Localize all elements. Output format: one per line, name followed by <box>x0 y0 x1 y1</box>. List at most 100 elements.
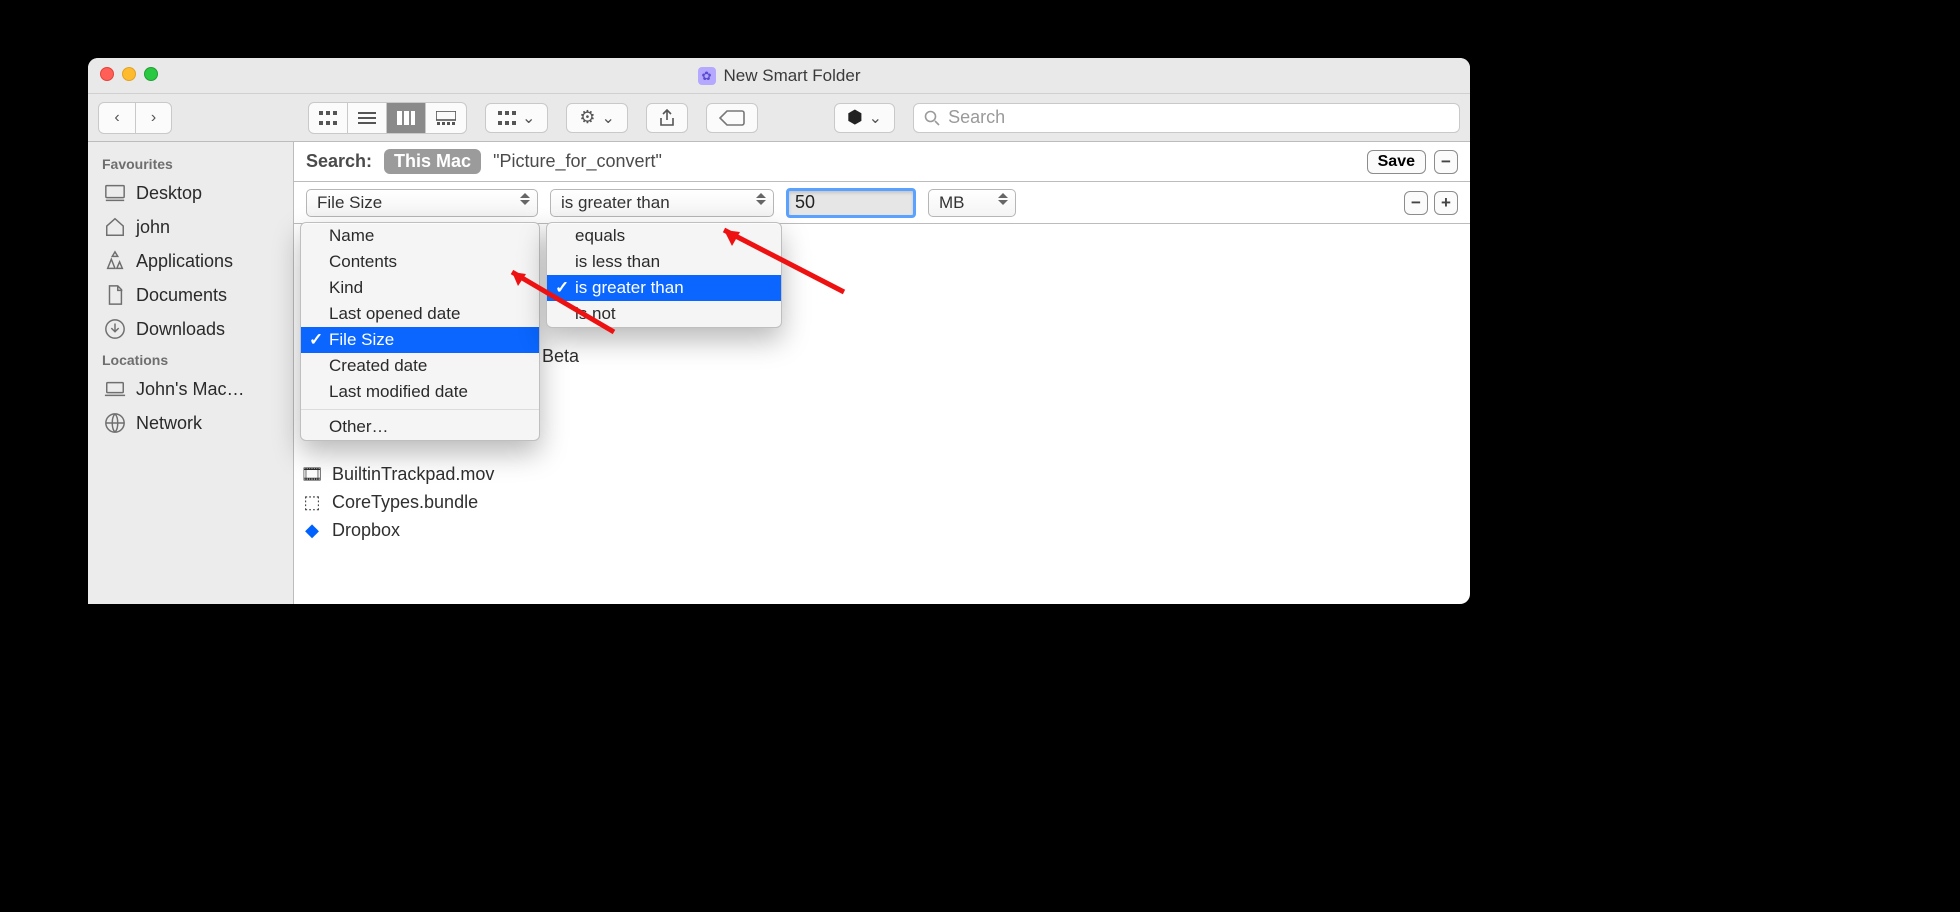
attr-menu-item-file-size[interactable]: ✓File Size <box>301 327 539 353</box>
close-window-button[interactable] <box>100 67 114 81</box>
sidebar-item-label: Applications <box>136 251 233 272</box>
tag-icon <box>719 110 745 126</box>
sidebar-item-label: Downloads <box>136 319 225 340</box>
attr-menu-item-last-modified-date[interactable]: Last modified date <box>301 379 539 405</box>
rule-comparator-menu: equals is less than ✓is greater than is … <box>546 222 782 328</box>
tags-button[interactable] <box>706 103 758 133</box>
menu-separator <box>301 409 539 410</box>
zoom-window-button[interactable] <box>144 67 158 81</box>
file-mov-icon: 🎞 <box>302 464 322 484</box>
sidebar-section-favourites: Favourites <box>88 150 293 176</box>
toolbar: ‹ › ⌄ ⚙︎ ⌄ <box>88 94 1470 142</box>
window-title-text: New Smart Folder <box>724 66 861 86</box>
sidebar-item-label: Desktop <box>136 183 202 204</box>
sidebar-item-desktop[interactable]: Desktop <box>88 176 293 210</box>
share-icon <box>659 109 675 127</box>
desktop-icon <box>104 182 126 204</box>
comp-menu-item-is-less-than[interactable]: is less than <box>547 249 781 275</box>
check-icon: ✓ <box>309 330 323 350</box>
gear-icon: ⚙︎ <box>579 107 595 128</box>
file-name: Beta <box>542 346 579 367</box>
rule-attribute-menu: Name Contents Kind Last opened date ✓Fil… <box>300 222 540 441</box>
finder-window: ✿ New Smart Folder ‹ › ⌄ <box>88 58 1470 604</box>
list-icon <box>358 111 376 125</box>
comp-menu-item-is-greater-than[interactable]: ✓is greater than <box>547 275 781 301</box>
window-body: Favourites Desktop john Applications Doc… <box>88 142 1470 604</box>
search-scope-this-mac[interactable]: This Mac <box>384 149 481 174</box>
sidebar-item-label: John's Mac… <box>136 379 244 400</box>
chevron-updown-icon <box>753 193 769 215</box>
sidebar-item-home[interactable]: john <box>88 210 293 244</box>
comp-menu-item-is-not[interactable]: is not <box>547 301 781 327</box>
attr-menu-item-created-date[interactable]: Created date <box>301 353 539 379</box>
sidebar-section-locations: Locations <box>88 346 293 372</box>
grid-icon <box>498 111 516 125</box>
downloads-icon <box>104 318 126 340</box>
rule-comparator-popup[interactable]: is greater than <box>550 189 774 217</box>
view-list-button[interactable] <box>347 103 386 133</box>
sidebar-item-this-mac[interactable]: John's Mac… <box>88 372 293 406</box>
attr-menu-item-name[interactable]: Name <box>301 223 539 249</box>
view-icons-button[interactable] <box>309 103 347 133</box>
attr-menu-item-last-opened-date[interactable]: Last opened date <box>301 301 539 327</box>
search-placeholder: Search <box>948 107 1005 128</box>
network-icon <box>104 412 126 434</box>
list-item[interactable]: ⬚ CoreTypes.bundle <box>294 488 1470 516</box>
smart-folder-icon: ✿ <box>698 67 716 85</box>
sidebar-item-documents[interactable]: Documents <box>88 278 293 312</box>
rule-value-input[interactable] <box>786 188 916 218</box>
sidebar-item-downloads[interactable]: Downloads <box>88 312 293 346</box>
chevron-updown-icon <box>517 193 533 215</box>
grid-icon <box>319 111 337 125</box>
search-field[interactable]: Search <box>913 103 1460 133</box>
comp-menu-item-equals[interactable]: equals <box>547 223 781 249</box>
file-name: BuiltinTrackpad.mov <box>332 464 494 485</box>
share-button[interactable] <box>646 103 688 133</box>
rule-unit-value: MB <box>939 193 965 213</box>
attr-menu-item-contents[interactable]: Contents <box>301 249 539 275</box>
attr-menu-item-other[interactable]: Other… <box>301 414 539 440</box>
laptop-icon <box>104 378 126 400</box>
sidebar: Favourites Desktop john Applications Doc… <box>88 142 294 604</box>
view-mode-buttons <box>308 102 467 134</box>
nav-buttons: ‹ › <box>98 102 172 134</box>
rule-attribute-value: File Size <box>317 193 382 213</box>
search-icon <box>924 110 940 126</box>
bundle-icon: ⬚ <box>302 492 322 512</box>
columns-icon <box>397 111 415 125</box>
docs-icon <box>104 284 126 306</box>
group-by-button[interactable]: ⌄ <box>485 103 548 133</box>
apps-icon <box>104 250 126 272</box>
search-label: Search: <box>306 151 372 172</box>
home-icon <box>104 216 126 238</box>
rule-unit-popup[interactable]: MB <box>928 189 1016 217</box>
file-name: Dropbox <box>332 520 400 541</box>
remove-rule-button[interactable]: − <box>1404 191 1428 215</box>
action-menu-button[interactable]: ⚙︎ ⌄ <box>566 103 628 133</box>
smart-search-bar: Search: This Mac "Picture_for_convert" S… <box>294 142 1470 182</box>
dropbox-toolbar-button[interactable]: ⬢ ⌄ <box>834 103 895 133</box>
rule-attribute-popup[interactable]: File Size <box>306 189 538 217</box>
gallery-icon <box>436 111 456 125</box>
remove-search-button[interactable]: − <box>1434 150 1458 174</box>
nav-forward-button[interactable]: › <box>135 103 171 133</box>
view-columns-button[interactable] <box>386 103 425 133</box>
add-rule-button[interactable]: + <box>1434 191 1458 215</box>
window-title: ✿ New Smart Folder <box>698 66 861 86</box>
sidebar-item-applications[interactable]: Applications <box>88 244 293 278</box>
list-item[interactable]: ◆ Dropbox <box>294 516 1470 544</box>
view-gallery-button[interactable] <box>425 103 466 133</box>
rule-comparator-value: is greater than <box>561 193 670 213</box>
search-rule-bar: File Size is greater than MB − + <box>294 182 1470 224</box>
list-item[interactable]: Beta <box>534 342 587 370</box>
dropbox-icon: ⬢ <box>847 107 863 128</box>
attr-menu-item-kind[interactable]: Kind <box>301 275 539 301</box>
search-scope-folder[interactable]: "Picture_for_convert" <box>493 151 662 172</box>
nav-back-button[interactable]: ‹ <box>99 103 135 133</box>
minimize-window-button[interactable] <box>122 67 136 81</box>
save-search-button[interactable]: Save <box>1367 150 1426 174</box>
main-content: Search: This Mac "Picture_for_convert" S… <box>294 142 1470 604</box>
list-item[interactable]: 🎞 BuiltinTrackpad.mov <box>294 460 1470 488</box>
sidebar-item-label: Network <box>136 413 202 434</box>
sidebar-item-network[interactable]: Network <box>88 406 293 440</box>
